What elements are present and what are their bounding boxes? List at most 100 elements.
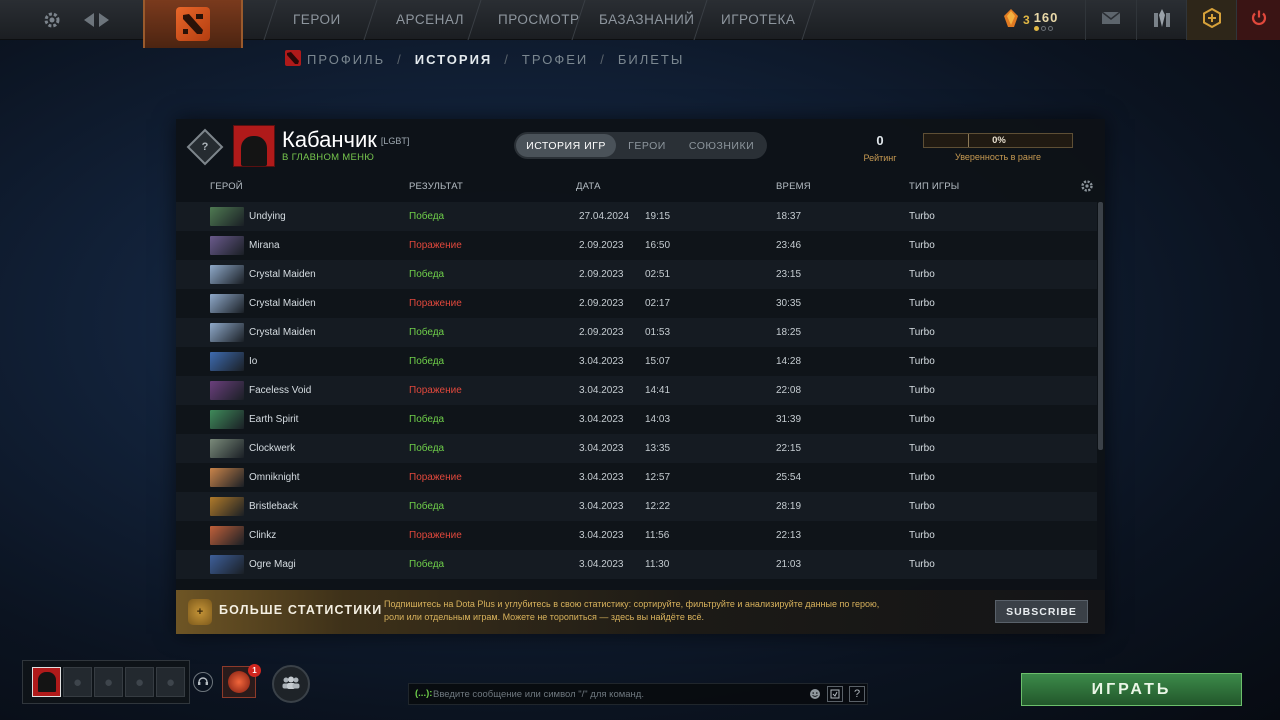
match-duration: 22:08 <box>776 385 802 396</box>
match-date: 3.04.2023 <box>579 443 624 454</box>
tab-tickets[interactable]: БИЛЕТЫ <box>618 52 685 67</box>
table-row[interactable]: Clinkz Поражение 3.04.2023 11:56 22:13 Turbo <box>176 521 1097 550</box>
table-row[interactable]: Clockwerk Победа 3.04.2023 13:35 22:15 Turbo <box>176 434 1097 463</box>
table-row[interactable]: Crystal Maiden Победа 2.09.2023 02:51 23:15 T… <box>176 260 1097 289</box>
hero-portrait <box>210 468 244 487</box>
hero-portrait <box>210 381 244 400</box>
tab-trophies[interactable]: ТРОФЕИ <box>522 52 588 67</box>
help-button[interactable]: ? <box>849 686 865 702</box>
arrow-left-icon[interactable] <box>82 8 96 32</box>
avatar-figure-icon <box>37 672 56 692</box>
scrollbar[interactable] <box>1098 202 1103 450</box>
power-button[interactable] <box>1236 0 1280 40</box>
rank-medal[interactable]: ? <box>186 128 224 166</box>
game-type: Turbo <box>909 530 935 541</box>
table-row[interactable]: Undying Победа 27.04.2024 19:15 18:37 Turbo <box>176 202 1097 231</box>
person-icon: ● <box>103 673 114 691</box>
match-result: Поражение <box>409 530 462 541</box>
hero-portrait <box>210 323 244 342</box>
hero-name: Omniknight <box>249 472 300 483</box>
column-date[interactable]: ДАТА <box>576 181 601 192</box>
match-result: Победа <box>409 211 445 222</box>
hero-portrait <box>210 497 244 516</box>
emoticon-icon[interactable] <box>807 686 823 702</box>
match-time: 11:30 <box>645 559 670 570</box>
table-row[interactable]: Crystal Maiden Поражение 2.09.2023 02:17 30:… <box>176 289 1097 318</box>
dota-logo-icon <box>176 7 210 41</box>
toggle-match-history[interactable]: ИСТОРИЯ ИГР <box>516 134 616 157</box>
voice-chat-button[interactable] <box>193 672 213 692</box>
game-type: Turbo <box>909 269 935 280</box>
table-row[interactable]: Crystal Maiden Победа 2.09.2023 01:53 18:25 T… <box>176 318 1097 347</box>
game-type: Turbo <box>909 298 935 309</box>
match-date: 3.04.2023 <box>579 414 624 425</box>
table-row[interactable]: Bristleback Победа 3.04.2023 12:22 28:19 Turb… <box>176 492 1097 521</box>
column-game-type[interactable]: ТИП ИГРЫ <box>909 181 959 192</box>
friends-icon <box>281 676 301 693</box>
table-settings-gear-icon[interactable] <box>1080 179 1094 196</box>
party-slot-empty[interactable]: ● <box>125 667 154 697</box>
player-header: ? Кабанчик [LGBT] В ГЛАВНОМ МЕНЮ ИСТОРИЯ … <box>176 119 1105 174</box>
table-row[interactable]: Faceless Void Поражение 3.04.2023 14:41 22:0… <box>176 376 1097 405</box>
chat-input[interactable] <box>433 686 803 702</box>
avatar[interactable] <box>233 125 275 167</box>
dota-logo-button[interactable] <box>143 0 243 48</box>
party-slot-empty[interactable]: ● <box>156 667 185 697</box>
toggle-allies[interactable]: СОЮЗНИКИ <box>678 134 765 157</box>
level-dots <box>1033 25 1053 31</box>
match-date: 27.04.2024 <box>579 211 630 222</box>
rating-value: 0 <box>876 133 884 148</box>
tab-separator: / <box>600 51 606 67</box>
nav-armory[interactable]: АРСЕНАЛ <box>396 0 464 40</box>
player-name: Кабанчик [LGBT] <box>282 127 409 153</box>
rating-label: Рейтинг <box>863 153 897 163</box>
match-duration: 30:35 <box>776 298 802 309</box>
match-time: 13:35 <box>645 443 671 454</box>
party-slot-self[interactable] <box>32 667 61 697</box>
play-button[interactable]: ИГРАТЬ <box>1021 673 1242 706</box>
table-header: ГЕРОЙ РЕЗУЛЬТАТ ДАТА ВРЕМЯ ТИП ИГРЫ <box>176 177 1105 197</box>
hero-name: Bristleback <box>249 501 298 512</box>
nav-watch[interactable]: ПРОСМОТР <box>498 0 580 40</box>
rank-confidence-bar: 0% <box>923 133 1073 148</box>
event-notification-badge: 1 <box>248 664 261 677</box>
tab-profile[interactable]: ПРОФИЛЬ <box>307 52 385 67</box>
arrow-right-icon[interactable] <box>97 8 111 32</box>
column-hero[interactable]: ГЕРОЙ <box>210 181 243 192</box>
armory-button[interactable] <box>1136 0 1186 40</box>
event-emblem-icon <box>228 671 250 693</box>
toggle-heroes[interactable]: ГЕРОИ <box>616 134 678 157</box>
match-time: 02:51 <box>645 269 671 280</box>
currency-display[interactable]: 3 160 <box>1003 8 1058 32</box>
column-result[interactable]: РЕЗУЛЬТАТ <box>409 181 463 192</box>
tab-separator: / <box>397 51 403 67</box>
friends-button[interactable] <box>272 665 310 703</box>
chat-expand-icon[interactable] <box>827 686 843 702</box>
table-row[interactable]: Ogre Magi Победа 3.04.2023 11:30 21:03 Turbo <box>176 550 1097 579</box>
hero-portrait <box>210 352 244 371</box>
nav-learn[interactable]: БАЗАЗНАНИЙ <box>599 0 695 40</box>
game-type: Turbo <box>909 356 935 367</box>
nav-arcade[interactable]: ИГРОТЕКА <box>721 0 795 40</box>
table-row[interactable]: Io Победа 3.04.2023 15:07 14:28 Turbo <box>176 347 1097 376</box>
hero-portrait <box>210 294 244 313</box>
power-icon <box>1250 9 1268 32</box>
table-row[interactable]: Mirana Поражение 2.09.2023 16:50 23:46 Turbo <box>176 231 1097 260</box>
nav-heroes[interactable]: ГЕРОИ <box>293 0 341 40</box>
match-duration: 23:46 <box>776 240 802 251</box>
hero-name: Faceless Void <box>249 385 312 396</box>
table-row[interactable]: Earth Spirit Победа 3.04.2023 14:03 31:39 Tur… <box>176 405 1097 434</box>
subscribe-button[interactable]: SUBSCRIBE <box>995 600 1088 623</box>
mail-button[interactable] <box>1085 0 1135 40</box>
match-time: 14:41 <box>645 385 671 396</box>
gear-icon[interactable] <box>40 8 64 32</box>
match-duration: 22:13 <box>776 530 802 541</box>
party-slot-empty[interactable]: ● <box>63 667 92 697</box>
dota-plus-button[interactable] <box>1186 0 1236 40</box>
table-row[interactable]: Omniknight Поражение 3.04.2023 12:57 25:54 Tu… <box>176 463 1097 492</box>
tab-history[interactable]: ИСТОРИЯ <box>415 52 493 67</box>
profile-tabs: ПРОФИЛЬ / ИСТОРИЯ / ТРОФЕИ / БИЛЕТЫ <box>285 49 685 68</box>
chat-channel-prefix[interactable]: (...): <box>415 684 432 704</box>
party-slot-empty[interactable]: ● <box>94 667 123 697</box>
column-duration[interactable]: ВРЕМЯ <box>776 181 811 192</box>
